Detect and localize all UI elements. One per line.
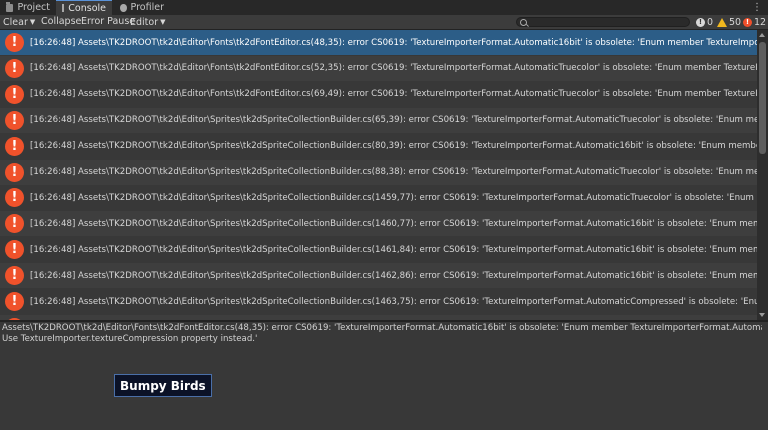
log-entry-row[interactable]: ! [16:26:48] Assets\TK2DROOT\tk2d\Editor\… [0,289,757,314]
log-entry-text: [16:26:48] Assets\TK2DROOT\tk2d\Editor\S… [30,141,757,152]
chevron-down-icon: ▼ [160,18,166,26]
profiler-icon [120,3,127,12]
log-entry-row[interactable]: ! [16:26:48] Assets\TK2DROOT\tk2d\Editor\… [0,55,757,81]
scroll-up-icon[interactable] [759,33,765,37]
scroll-down-icon[interactable] [759,313,765,317]
log-entry-text: [16:26:48] Assets\TK2DROOT\tk2d\Editor\F… [30,37,757,48]
tab-label: Console [68,2,106,14]
tab-profiler[interactable]: Profiler [114,0,170,15]
error-icon: ! [5,240,24,260]
log-entry-text: [16:26:48] Assets\TK2DROOT\tk2d\Editor\F… [30,89,757,100]
error-icon: ! [5,214,24,234]
console-icon [62,4,65,12]
log-entry-text: [16:26:48] Assets\TK2DROOT\tk2d\Editor\F… [30,63,757,74]
clear-label: Clear [3,17,28,28]
error-icon: ! [5,162,24,182]
detail-line-1: Assets\TK2DROOT\tk2d\Editor\Fonts\tk2dFo… [2,323,762,333]
tab-console[interactable]: Console [56,0,112,15]
info-toggle[interactable]: ! 0 [696,16,713,28]
error-icon: ! [5,33,24,52]
log-entry-row[interactable]: ! [16:26:48] Assets\TK2DROOT\tk2d\Editor\… [0,211,757,237]
folder-icon [6,1,14,12]
bumpy-birds-label: Bumpy Birds [114,374,212,397]
log-detail-pane: Assets\TK2DROOT\tk2d\Editor\Fonts\tk2dFo… [2,323,762,345]
error-icon: ! [5,266,24,286]
log-entry-text: [16:26:48] Assets\TK2DROOT\tk2d\Editor\S… [30,270,757,281]
log-entry-text: [16:26:48] Assets\TK2DROOT\tk2d\Editor\S… [30,296,757,307]
error-pause-button[interactable]: Error Pause [81,15,135,29]
tab-label: Project [17,2,50,13]
log-entry-row[interactable]: ! [16:26:48] Assets\TK2DROOT\tk2d\Editor\… [0,159,757,185]
collapse-button[interactable]: Collapse [41,15,81,29]
scrollbar-thumb[interactable] [759,42,766,154]
log-entry-row[interactable]: ! [16:26:48] Assets\TK2DROOT\tk2d\Editor\… [0,81,757,107]
log-entry-text: [16:26:48] Assets\TK2DROOT\tk2d\Editor\S… [30,115,757,126]
log-entry-row[interactable]: ! [16:26:48] Assets\TK2DROOT\tk2d\Editor\… [0,133,757,159]
editor-dropdown[interactable]: Editor ▼ [130,15,166,29]
log-entry-row[interactable]: ! [16:26:48] Assets\TK2DROOT\tk2d\Editor\… [0,185,757,211]
detail-line-2: Use TextureImporter.textureCompression p… [2,334,258,344]
log-scrollbar[interactable] [757,30,768,320]
panel-splitter[interactable] [0,320,768,322]
error-icon: ! [5,84,24,104]
error-icon: ! [5,136,24,156]
log-entry-row[interactable]: ! [16:26:48] Assets\TK2DROOT\tk2d\Editor\… [0,107,757,133]
editor-label: Editor [130,17,159,28]
error-icon: ! [5,58,24,78]
tab-project[interactable]: Project [0,0,56,15]
warning-toggle[interactable]: 50 [717,16,741,28]
window-tab-bar: Project Console Profiler ⋮ [0,0,768,15]
search-icon [520,19,527,26]
log-entry-text: [16:26:48] Assets\TK2DROOT\tk2d\Editor\S… [30,218,757,229]
search-input[interactable] [516,17,690,27]
console-toolbar: Clear ▼ Collapse Error Pause Editor ▼ ! 0 … [0,15,768,30]
error-icon: ! [743,17,752,27]
log-entry-row[interactable]: ! [16:26:48] Assets\TK2DROOT\tk2d\Editor\… [0,30,757,55]
log-entry-text: [16:26:48] Assets\TK2DROOT\tk2d\Editor\S… [30,244,757,255]
chevron-down-icon[interactable]: ▼ [30,18,35,26]
log-entry-text: [16:26:48] Assets\TK2DROOT\tk2d\Editor\S… [30,167,757,177]
error-icon: ! [5,292,24,311]
info-icon: ! [696,17,705,27]
error-icon: ! [5,110,24,130]
warning-icon [717,17,727,27]
clear-button[interactable]: Clear ▼ [3,15,35,29]
error-count: 12 [754,16,767,28]
log-entry-row[interactable]: ! [16:26:48] Assets\TK2DROOT\tk2d\Editor\… [0,237,757,263]
error-icon: ! [5,188,24,208]
more-options-icon[interactable]: ⋮ [752,1,762,14]
console-log-list[interactable]: ! [16:26:48] Assets\TK2DROOT\tk2d\Editor\… [0,30,757,320]
log-entry-text: [16:26:48] Assets\TK2DROOT\tk2d\Editor\S… [30,192,757,203]
log-entry-row[interactable]: ! [16:26:48] Assets\TK2DROOT\tk2d\Editor\… [0,263,757,289]
info-count: 0 [707,16,714,28]
tab-label: Profiler [130,2,164,13]
error-toggle[interactable]: ! 12 [743,16,766,28]
warning-count: 50 [729,16,742,28]
